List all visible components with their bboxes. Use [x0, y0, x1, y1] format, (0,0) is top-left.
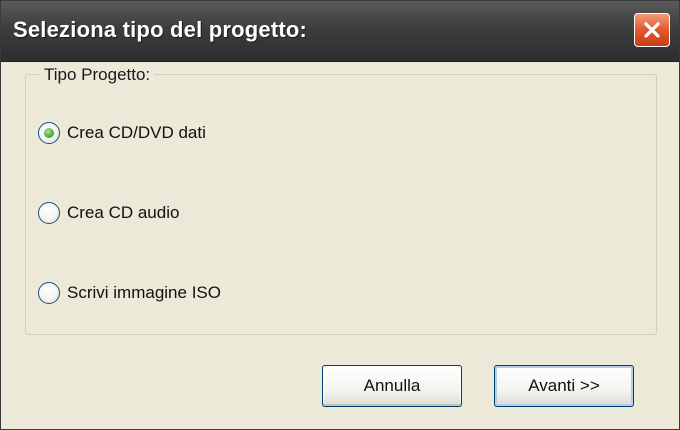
next-button[interactable]: Avanti >> [494, 365, 634, 407]
project-type-group: Tipo Progetto: Crea CD/DVD dati Crea CD … [25, 65, 657, 335]
radio-label: Crea CD/DVD dati [67, 123, 206, 142]
close-button[interactable] [634, 13, 670, 47]
radio-button[interactable] [38, 202, 60, 224]
radio-label: Crea CD audio [67, 203, 180, 222]
title-bar[interactable]: Seleziona tipo del progetto: [1, 1, 679, 62]
group-legend: Tipo Progetto: [40, 65, 155, 85]
radio-option-data-disc[interactable]: Crea CD/DVD dati [38, 120, 206, 146]
window-title: Seleziona tipo del progetto: [13, 17, 308, 42]
dialog-window: Seleziona tipo del progetto: Tipo Proget… [0, 0, 680, 430]
cancel-button[interactable]: Annulla [322, 365, 462, 407]
dialog-content: Tipo Progetto: Crea CD/DVD dati Crea CD … [5, 62, 675, 425]
close-icon [644, 22, 660, 38]
radio-button[interactable] [38, 282, 60, 304]
radio-option-iso-image[interactable]: Scrivi immagine ISO [38, 280, 221, 306]
radio-label: Scrivi immagine ISO [67, 283, 221, 302]
radio-option-audio-cd[interactable]: Crea CD audio [38, 200, 179, 226]
radio-button-checked[interactable] [38, 122, 60, 144]
